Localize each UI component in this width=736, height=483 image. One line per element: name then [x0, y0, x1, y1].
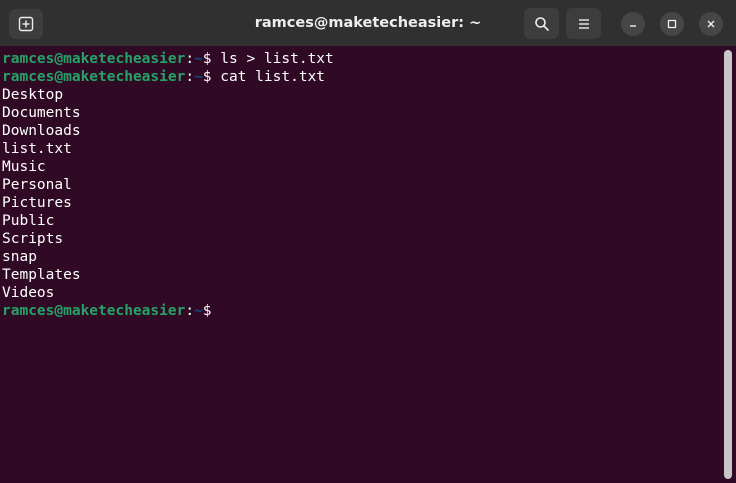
title-bar[interactable]: ramces@maketecheasier: ~: [0, 0, 736, 46]
maximize-icon: [667, 19, 677, 29]
new-tab-button[interactable]: [9, 9, 43, 39]
output-line: Pictures: [2, 195, 72, 211]
hamburger-menu-icon: [578, 18, 589, 29]
new-tab-icon: [18, 16, 34, 32]
command-text: cat list.txt: [220, 69, 326, 85]
close-icon: [707, 20, 715, 28]
output-line: Downloads: [2, 123, 81, 139]
search-icon: [534, 16, 549, 31]
output-line: Documents: [2, 105, 81, 121]
minimize-button[interactable]: [621, 12, 645, 36]
vertical-scrollbar[interactable]: [724, 50, 732, 479]
prompt-separator: :: [185, 69, 195, 85]
prompt-user-host: ramces@maketecheasier: [2, 51, 186, 67]
prompt-path: ~: [194, 51, 203, 67]
prompt-separator: :: [185, 303, 195, 319]
output-line: Templates: [2, 267, 81, 283]
command-line: ramces@maketecheasier:~$ cat list.txt: [2, 68, 720, 86]
output-line: Videos: [2, 285, 55, 301]
output-line: Music: [2, 159, 46, 175]
prompt-symbol: $: [202, 69, 212, 85]
prompt-symbol: $: [202, 51, 212, 67]
command-line: ramces@maketecheasier:~$ ls > list.txt: [2, 50, 720, 68]
output-line: list.txt: [2, 141, 72, 157]
maximize-button[interactable]: [660, 12, 684, 36]
menu-button[interactable]: [566, 8, 601, 39]
terminal-window: ramces@maketecheasier: ~ ramces@maketech…: [0, 0, 736, 483]
close-button[interactable]: [699, 12, 723, 36]
output-line: Scripts: [2, 231, 64, 247]
output-line: Public: [2, 213, 55, 229]
command-text: ls > list.txt: [220, 51, 334, 67]
search-button[interactable]: [524, 8, 559, 39]
minimize-icon: [630, 25, 636, 27]
output-line: Desktop: [2, 87, 64, 103]
output-line: snap: [2, 249, 37, 265]
prompt-symbol: $: [202, 303, 212, 319]
output-line: Personal: [2, 177, 72, 193]
prompt-path: ~: [194, 69, 203, 85]
prompt-path: ~: [194, 303, 203, 319]
terminal-output[interactable]: ramces@maketecheasier:~$ ls > list.txt r…: [0, 46, 720, 483]
prompt-line: ramces@maketecheasier:~$: [2, 302, 720, 320]
prompt-user-host: ramces@maketecheasier: [2, 69, 186, 85]
prompt-user-host: ramces@maketecheasier: [2, 303, 186, 319]
prompt-separator: :: [185, 51, 195, 67]
